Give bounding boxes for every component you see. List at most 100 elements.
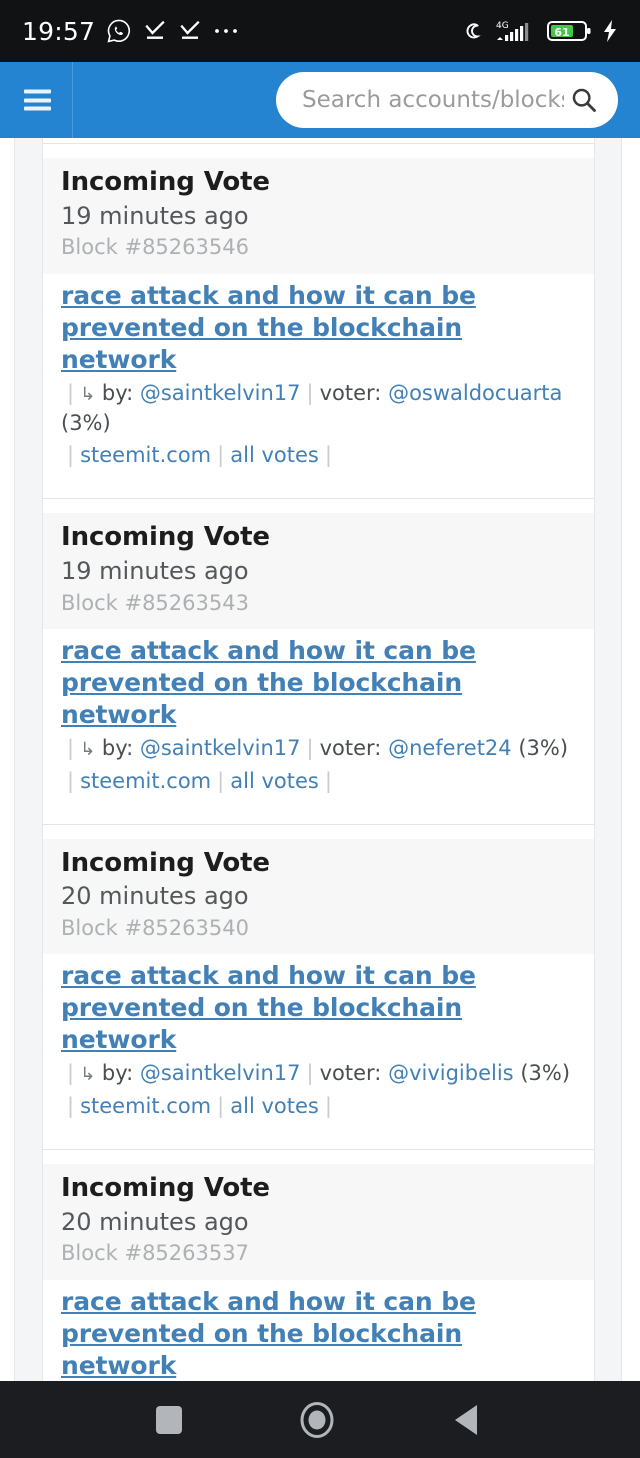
status-bar-right: 4G 61 (461, 18, 618, 44)
author-label: by: (101, 735, 134, 760)
card-body: race attack and how it can be prevented … (43, 1279, 594, 1381)
vote-card: Incoming Vote 19 minutes ago Block #852635… (43, 138, 594, 488)
reply-arrow-icon: ↳ (80, 1064, 96, 1086)
battery-icon: 61 (547, 21, 591, 41)
card-header: Incoming Vote 19 minutes ago Block #852635… (43, 158, 594, 274)
meta-separator: | (217, 768, 225, 793)
vote-weight-label: (3%) (520, 1061, 571, 1086)
vote-card: Incoming Vote 20 minutes ago Block #852635… (43, 1137, 594, 1381)
meta-separator: | (67, 443, 75, 468)
post-title-link[interactable]: race attack and how it can be prevented … (61, 636, 476, 729)
all-votes-link[interactable]: all votes (230, 443, 319, 467)
author-link[interactable]: @saintkelvin17 (140, 381, 301, 405)
phone-screen: 19:57 4G 61 Search accounts/blocks/trans… (0, 0, 640, 1458)
source-site-link[interactable]: steemit.com (80, 1094, 211, 1118)
author-label: by: (101, 1061, 134, 1086)
more-notifications-icon (215, 29, 237, 33)
post-title-link[interactable]: race attack and how it can be prevented … (61, 961, 476, 1054)
android-navigation-bar (0, 1381, 640, 1458)
card-links-row: | steemit.com | all votes | (61, 1092, 576, 1122)
card-body: race attack and how it can be prevented … (43, 628, 594, 813)
card-separator (43, 487, 594, 500)
card-top-spacer (43, 824, 594, 839)
all-votes-link[interactable]: all votes (230, 769, 319, 793)
block-number-label: Block #85263543 (61, 590, 249, 615)
meta-separator: | (67, 380, 75, 405)
card-header: Incoming Vote 20 minutes ago Block #852635… (43, 838, 594, 955)
source-site-link[interactable]: steemit.com (80, 769, 211, 793)
event-timestamp: 19 minutes ago (61, 201, 249, 230)
vote-card: Incoming Vote 20 minutes ago Block #852635… (43, 812, 594, 1138)
card-top-spacer (43, 1149, 594, 1164)
voter-label: voter: (319, 1061, 382, 1086)
post-title-link[interactable]: race attack and how it can be prevented … (61, 1287, 476, 1380)
app-header-bar (0, 62, 640, 138)
card-meta-row: | ↳ by: @saintkelvin17 | voter: @vivigibeli… (61, 1059, 576, 1089)
vote-weight-label: (3%) (518, 735, 569, 760)
meta-separator: | (67, 735, 75, 760)
status-clock: 19:57 (22, 16, 96, 46)
card-links-row: | steemit.com | all votes | (61, 441, 576, 471)
voter-link[interactable]: @oswaldocuarta (388, 381, 562, 405)
author-link[interactable]: @saintkelvin17 (140, 1061, 301, 1085)
meta-separator: | (306, 380, 314, 405)
reply-arrow-icon: ↳ (80, 738, 96, 760)
home-circle-icon[interactable] (298, 1401, 336, 1439)
vote-weight-label: (3%) (61, 410, 111, 435)
source-site-link[interactable]: steemit.com (80, 443, 211, 467)
search-input[interactable] (302, 87, 564, 113)
svg-text:4G: 4G (496, 21, 509, 31)
meta-separator: | (324, 768, 332, 793)
card-links-row: | steemit.com | all votes | (61, 767, 576, 797)
status-bar-left: 19:57 (22, 17, 239, 46)
home-button[interactable] (298, 1401, 336, 1439)
card-body: race attack and how it can be prevented … (43, 273, 594, 488)
card-separator (43, 1137, 594, 1150)
svg-text:61: 61 (554, 26, 569, 39)
voter-label: voter: (319, 735, 382, 760)
recents-button[interactable] (156, 1405, 182, 1434)
hamburger-menu-icon[interactable] (24, 89, 51, 111)
voter-link[interactable]: @vivigibelis (388, 1061, 514, 1085)
card-body: race attack and how it can be prevented … (43, 954, 594, 1138)
status-bar: 19:57 4G 61 (0, 0, 640, 62)
meta-separator: | (217, 443, 225, 468)
meta-separator: | (306, 1061, 314, 1086)
meta-separator: | (324, 1094, 332, 1119)
event-timestamp: 20 minutes ago (61, 1207, 249, 1236)
card-separator (43, 812, 594, 825)
voter-link[interactable]: @neferet24 (388, 736, 512, 760)
recents-square-icon[interactable] (156, 1405, 182, 1434)
meta-separator: | (306, 735, 314, 760)
charging-bolt-icon (604, 20, 616, 42)
card-header: Incoming Vote 19 minutes ago Block #852635… (43, 513, 594, 629)
page-right-rail (594, 138, 622, 1381)
page-left-rail (14, 138, 43, 1381)
download-complete-icon (145, 20, 165, 39)
post-title-link[interactable]: race attack and how it can be prevented … (61, 281, 476, 374)
vote-card: Incoming Vote 19 minutes ago Block #852635… (43, 487, 594, 813)
meta-separator: | (67, 768, 75, 793)
search-bar[interactable] (276, 72, 618, 128)
back-button[interactable] (452, 1403, 484, 1437)
author-link[interactable]: @saintkelvin17 (140, 736, 301, 760)
card-top-spacer (43, 499, 594, 514)
card-top-spacer (43, 144, 594, 158)
vpn-loop-icon (466, 23, 481, 39)
event-type-label: Incoming Vote (61, 167, 270, 197)
signal-bars-icon: 4G (496, 21, 529, 41)
whatsapp-icon (107, 19, 131, 43)
block-number-label: Block #85263537 (61, 1241, 249, 1266)
author-label: by: (101, 380, 134, 405)
all-votes-link[interactable]: all votes (230, 1094, 319, 1118)
header-divider (72, 62, 73, 138)
block-number-label: Block #85263540 (61, 916, 249, 941)
meta-separator: | (217, 1094, 225, 1119)
search-icon[interactable] (570, 86, 598, 114)
card-meta-row: | ↳ by: @saintkelvin17 | voter: @oswaldocua… (61, 379, 576, 439)
meta-separator: | (67, 1061, 75, 1086)
event-type-label: Incoming Vote (61, 522, 270, 553)
back-triangle-icon[interactable] (452, 1403, 484, 1437)
download-complete-icon (180, 20, 200, 39)
voter-label: voter: (319, 380, 382, 405)
